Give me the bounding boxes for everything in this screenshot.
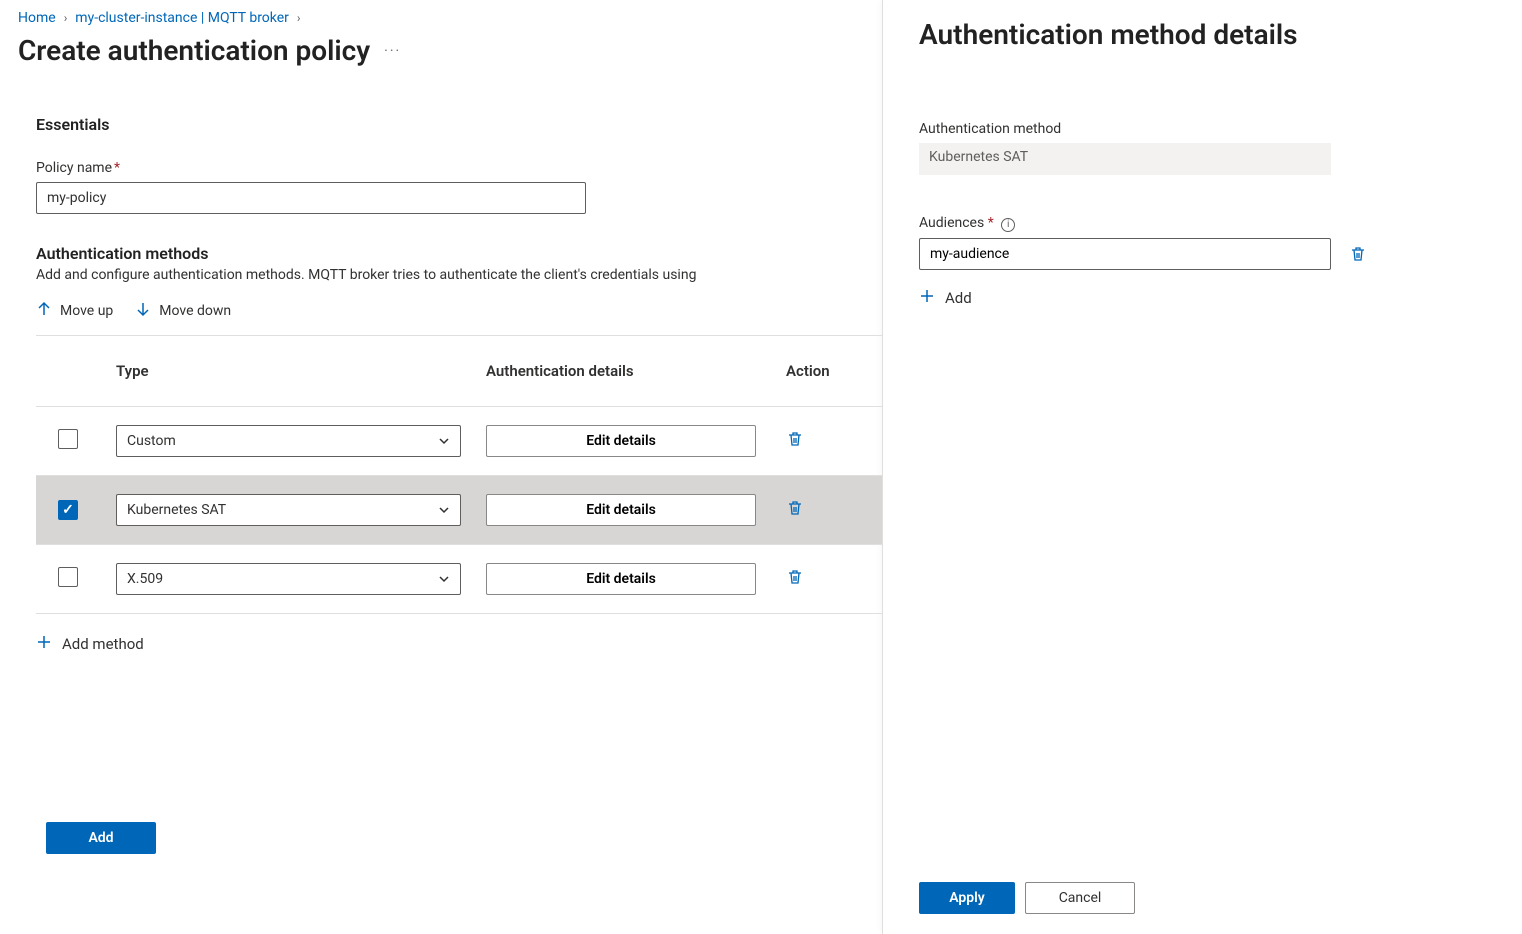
delete-row-button[interactable] <box>786 568 804 586</box>
auth-methods-description: Add and configure authentication methods… <box>36 267 882 283</box>
methods-row: Kubernetes SAT Edit details <box>36 476 882 545</box>
audience-input[interactable] <box>919 238 1331 270</box>
type-select[interactable]: X.509 <box>116 563 461 595</box>
essentials-heading: Essentials <box>36 115 882 134</box>
breadcrumb: Home › my-cluster-instance | MQTT broker… <box>18 10 882 26</box>
audiences-label: Audiences * i <box>919 215 1486 232</box>
edit-details-button[interactable]: Edit details <box>486 494 756 526</box>
move-down-button[interactable]: Move down <box>135 301 231 321</box>
auth-methods-heading: Authentication methods <box>36 244 882 263</box>
arrow-up-icon <box>36 301 52 321</box>
plus-icon <box>36 634 52 654</box>
more-icon[interactable]: ··· <box>384 43 401 59</box>
apply-button[interactable]: Apply <box>919 882 1015 914</box>
info-icon[interactable]: i <box>1001 218 1015 232</box>
delete-row-button[interactable] <box>786 430 804 448</box>
add-audience-button[interactable]: Add <box>919 288 972 308</box>
policy-name-label: Policy name* <box>36 160 882 176</box>
chevron-down-icon <box>438 504 450 516</box>
delete-audience-button[interactable] <box>1349 245 1367 263</box>
auth-method-label: Authentication method <box>919 121 1486 137</box>
methods-table-header: Type Authentication details Action <box>36 336 882 407</box>
edit-details-button[interactable]: Edit details <box>486 425 756 457</box>
row-checkbox[interactable] <box>58 567 78 587</box>
methods-row: X.509 Edit details <box>36 545 882 614</box>
panel-title: Authentication method details <box>919 18 1486 51</box>
delete-row-button[interactable] <box>786 499 804 517</box>
add-button[interactable]: Add <box>46 822 156 854</box>
arrow-down-icon <box>135 301 151 321</box>
edit-details-button[interactable]: Edit details <box>486 563 756 595</box>
breadcrumb-home[interactable]: Home <box>18 10 56 26</box>
row-checkbox[interactable] <box>58 500 78 520</box>
type-select[interactable]: Kubernetes SAT <box>116 494 461 526</box>
col-header-action: Action <box>776 362 876 380</box>
move-up-button[interactable]: Move up <box>36 301 113 321</box>
col-header-auth: Authentication details <box>486 362 776 380</box>
chevron-down-icon <box>438 573 450 585</box>
chevron-down-icon <box>438 435 450 447</box>
type-select[interactable]: Custom <box>116 425 461 457</box>
plus-icon <box>919 288 935 308</box>
auth-method-value: Kubernetes SAT <box>919 143 1331 175</box>
row-checkbox[interactable] <box>58 429 78 449</box>
methods-row: Custom Edit details <box>36 407 882 476</box>
add-method-button[interactable]: Add method <box>36 634 144 654</box>
cancel-button[interactable]: Cancel <box>1025 882 1135 914</box>
chevron-right-icon: › <box>297 11 301 25</box>
policy-name-input[interactable] <box>36 182 586 214</box>
page-title: Create authentication policy <box>18 34 370 67</box>
col-header-type: Type <box>116 362 486 380</box>
chevron-right-icon: › <box>64 11 68 25</box>
auth-method-details-panel: Authentication method details Authentica… <box>882 0 1522 934</box>
breadcrumb-instance[interactable]: my-cluster-instance | MQTT broker <box>75 10 289 26</box>
